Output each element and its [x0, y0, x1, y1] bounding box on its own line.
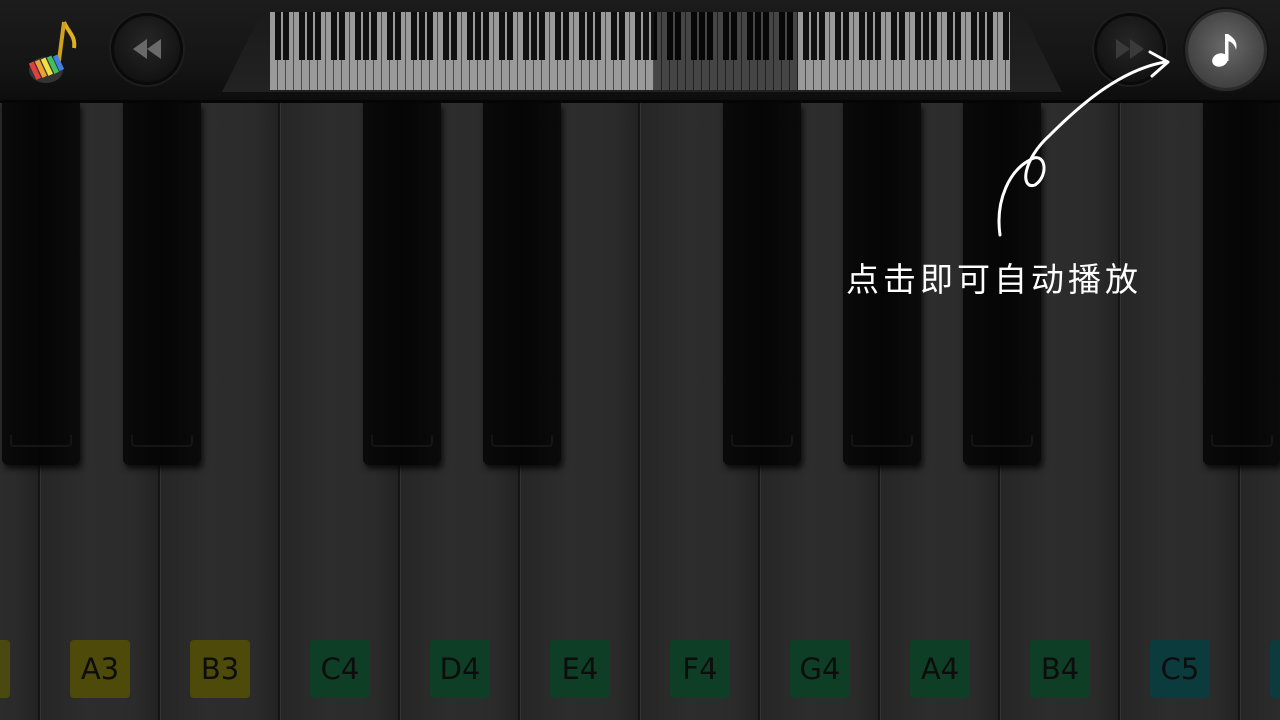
- mini-black-key: [867, 12, 873, 60]
- mini-black-key: [555, 12, 561, 60]
- mini-black-key: [843, 12, 849, 60]
- note-label: C4: [310, 640, 370, 698]
- autoplay-hint-text: 点击即可自动播放: [846, 260, 1142, 299]
- mini-black-key: [363, 12, 369, 60]
- mini-black-key: [811, 12, 817, 60]
- note-label: B3: [190, 640, 250, 698]
- rewind-button[interactable]: [111, 13, 183, 85]
- mini-black-key: [595, 12, 601, 60]
- mini-black-key: [955, 12, 961, 60]
- mini-black-key: [283, 12, 289, 60]
- mini-black-key: [915, 12, 921, 60]
- mini-black-key: [819, 12, 825, 60]
- mini-black-key: [395, 12, 401, 60]
- mini-black-key: [859, 12, 865, 60]
- mini-black-key: [587, 12, 593, 60]
- mini-black-key: [483, 12, 489, 60]
- mini-black-key: [339, 12, 345, 60]
- note-label: D4: [430, 640, 490, 698]
- note-label: G3: [0, 640, 10, 698]
- mini-black-key: [611, 12, 617, 60]
- note-label: A4: [910, 640, 970, 698]
- note-label: E4: [550, 640, 610, 698]
- mini-black-key: [307, 12, 313, 60]
- black-key[interactable]: [123, 103, 201, 465]
- mini-black-key: [467, 12, 473, 60]
- music-note-icon: [1212, 34, 1237, 67]
- rewind-icon: [133, 39, 161, 59]
- mini-black-key: [355, 12, 361, 60]
- mini-black-key: [523, 12, 529, 60]
- black-key[interactable]: [1203, 103, 1280, 465]
- black-key[interactable]: [363, 103, 441, 465]
- mini-black-key: [475, 12, 481, 60]
- mini-black-key: [875, 12, 881, 60]
- visible-range-window[interactable]: [654, 12, 798, 90]
- piano-music-note-logo[interactable]: [24, 18, 88, 88]
- black-key[interactable]: [483, 103, 561, 465]
- note-label: C5: [1150, 640, 1210, 698]
- mini-keyboard-navigator[interactable]: [222, 8, 1062, 92]
- curved-arrow-icon: [997, 50, 1170, 237]
- mini-black-key: [579, 12, 585, 60]
- mini-black-key: [803, 12, 809, 60]
- mini-black-key: [299, 12, 305, 60]
- mini-black-key: [387, 12, 393, 60]
- note-label: F4: [670, 640, 730, 698]
- mini-black-key: [899, 12, 905, 60]
- mini-black-key: [411, 12, 417, 60]
- mini-black-key: [979, 12, 985, 60]
- mini-black-key: [371, 12, 377, 60]
- mini-black-key: [539, 12, 545, 60]
- mini-black-key: [971, 12, 977, 60]
- mini-black-key: [315, 12, 321, 60]
- black-key[interactable]: [723, 103, 801, 465]
- mini-black-key: [499, 12, 505, 60]
- mini-black-key: [835, 12, 841, 60]
- mini-black-key: [331, 12, 337, 60]
- mini-keyboard-keys[interactable]: [270, 12, 1010, 90]
- mini-black-key: [619, 12, 625, 60]
- mini-black-key: [643, 12, 649, 60]
- autoplay-button[interactable]: [1188, 12, 1264, 88]
- mini-black-key: [947, 12, 953, 60]
- mini-black-key: [891, 12, 897, 60]
- note-label: D5: [1270, 640, 1280, 698]
- note-label: A3: [70, 640, 130, 698]
- note-label: G4: [790, 640, 850, 698]
- mini-black-key: [507, 12, 513, 60]
- mini-black-key: [427, 12, 433, 60]
- mini-black-key: [275, 12, 281, 60]
- mini-black-key: [635, 12, 641, 60]
- note-label: B4: [1030, 640, 1090, 698]
- mini-black-key: [443, 12, 449, 60]
- mini-black-key: [923, 12, 929, 60]
- black-key[interactable]: [2, 103, 80, 465]
- mini-black-key: [931, 12, 937, 60]
- mini-black-key: [451, 12, 457, 60]
- mini-black-key: [563, 12, 569, 60]
- mini-black-key: [419, 12, 425, 60]
- mini-black-key: [531, 12, 537, 60]
